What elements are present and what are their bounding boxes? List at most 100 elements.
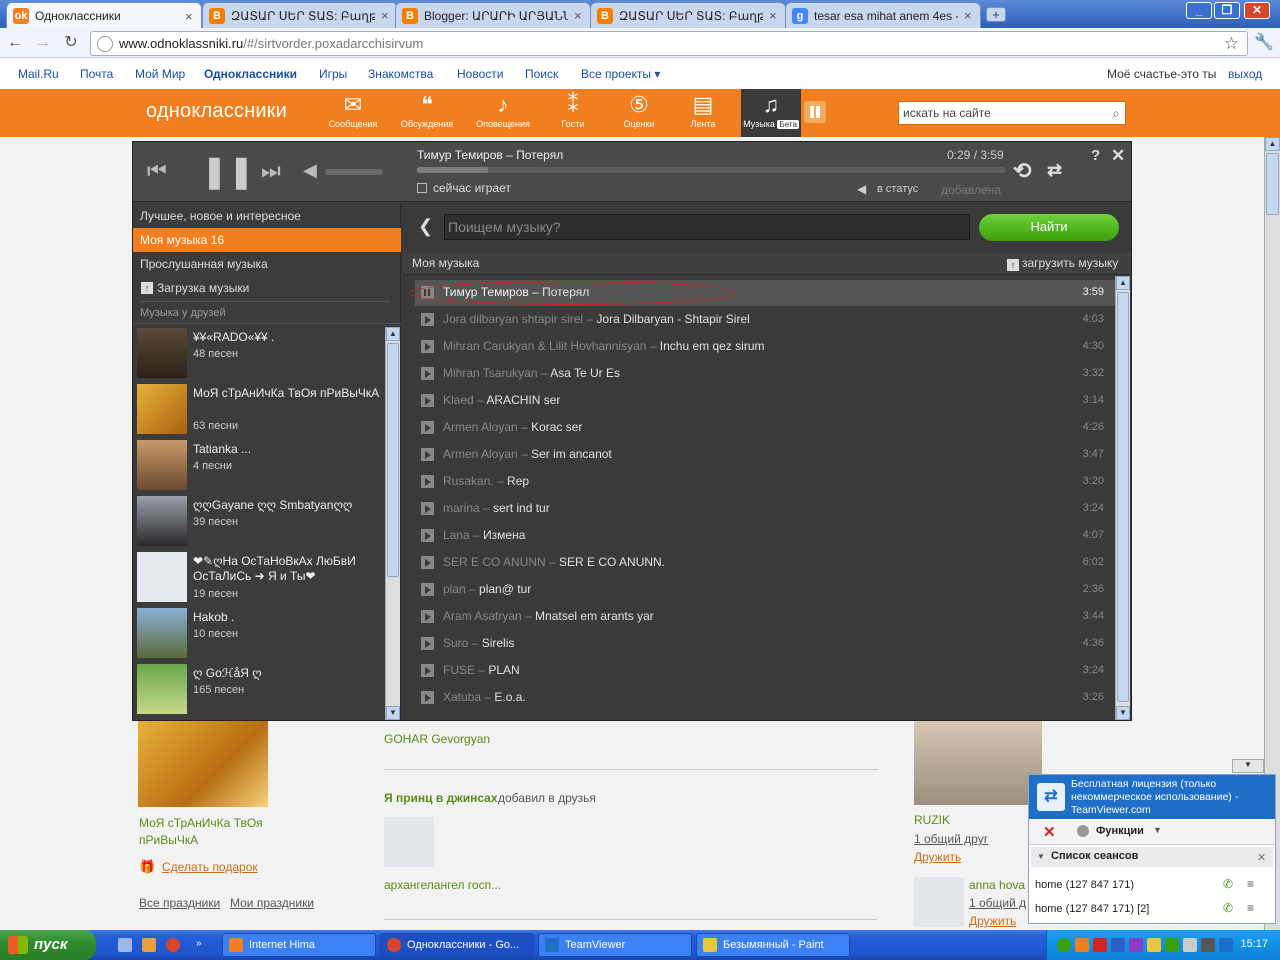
track-row[interactable]: FUSE – PLAN 3:24: [415, 658, 1115, 684]
chevron-down-icon[interactable]: ▼: [1037, 852, 1045, 861]
friend-link-archangel[interactable]: архангелангел госп...: [384, 878, 501, 892]
logout-link[interactable]: выход: [1228, 67, 1262, 81]
nav-ratings[interactable]: ⑤ Оценки: [608, 89, 670, 137]
nav-feed[interactable]: ▤ Лента: [672, 89, 734, 137]
reload-icon[interactable]: ↻: [60, 32, 82, 54]
quicklaunch-icon[interactable]: [142, 938, 156, 952]
friend-photo[interactable]: [138, 721, 268, 807]
nav-link-games[interactable]: Игры: [319, 67, 347, 81]
all-holidays-link[interactable]: Все праздники: [139, 896, 220, 910]
network-icon[interactable]: [1057, 938, 1071, 952]
speaker-icon[interactable]: ◀: [303, 160, 317, 181]
browser-tab[interactable]: g tesar esa mihat anem 4es -... ×: [785, 2, 981, 28]
friend-item[interactable]: ღ GoℋåЯ ღ 165 песен: [137, 664, 387, 718]
friend-link-prince[interactable]: Я принц в джинсах: [384, 791, 498, 805]
browser-tab[interactable]: B ԶԱՏԱՐ ՍԵՐ ՏԱՏ: Բաղթ՞ն ... ×: [202, 2, 398, 28]
friend-item[interactable]: ღღGayane ღღ Smbatyanღღ 39 песен: [137, 496, 387, 550]
session-list-header[interactable]: Список сеансов: [1031, 847, 1273, 867]
show-desktop-icon[interactable]: [118, 938, 132, 952]
window-close-button[interactable]: ✕: [1244, 2, 1270, 19]
tray-app-icon[interactable]: [1165, 938, 1179, 952]
friend-item[interactable]: Tatianka ... 4 песни: [137, 440, 387, 494]
track-row[interactable]: Armen Aloyan – Ser im ancanot 3:47: [415, 442, 1115, 468]
friend-link-gohar[interactable]: GOHAR Gevorgyan: [384, 732, 490, 746]
nav-link-odnoklassniki[interactable]: Одноклассники: [204, 67, 297, 81]
play-icon[interactable]: [421, 502, 434, 515]
close-icon[interactable]: ✕: [1111, 146, 1125, 166]
close-icon[interactable]: ✕: [1043, 823, 1056, 841]
track-row[interactable]: SER E CO ANUNN – SER E CO ANUNN. 6:02: [415, 550, 1115, 576]
play-icon[interactable]: [421, 367, 434, 380]
collapse-chevron-icon[interactable]: ▼: [1232, 759, 1264, 773]
search-icon[interactable]: ⌕: [1112, 105, 1120, 122]
friend-item[interactable]: МоЯ сТрАнИчКа ТвОя пРиВыЧкА 63 песни: [137, 384, 387, 438]
back-arrow-icon[interactable]: ←: [4, 32, 26, 54]
pause-icon[interactable]: ❚❚: [201, 152, 255, 190]
tray-app-icon[interactable]: [1129, 938, 1143, 952]
scroll-up-icon[interactable]: ▲: [1265, 137, 1280, 151]
play-icon[interactable]: [421, 340, 434, 353]
volume-icon[interactable]: [1183, 938, 1197, 952]
nav-music[interactable]: ♫ Музыка Бета: [741, 89, 801, 137]
my-holidays-link[interactable]: Мои праздники: [230, 896, 314, 910]
wrench-icon[interactable]: 🔧: [1254, 32, 1274, 52]
track-row[interactable]: Mihran Carukyan & Lilit Hovhannisyan – I…: [415, 334, 1115, 360]
upload-music-button[interactable]: ↑ загрузить музыку: [1007, 256, 1118, 271]
browser-tab[interactable]: B Blogger: ԱՐԱՐԻ ԱՐՅԱՆՆԵ... ×: [395, 2, 591, 28]
track-row[interactable]: Suro – Sirelis 4:36: [415, 631, 1115, 657]
repeat-icon[interactable]: ⟲: [1013, 158, 1031, 184]
forward-arrow-icon[interactable]: →: [32, 32, 54, 54]
friend-name-link[interactable]: МоЯ сТрАнИчКа ТвОя пРиВыЧкА: [139, 815, 289, 849]
track-row[interactable]: Rusakan. – Rep 3:20: [415, 469, 1115, 495]
connect-icon[interactable]: ✆: [1223, 877, 1233, 891]
play-icon[interactable]: [421, 664, 434, 677]
friend-link-anna[interactable]: anna hova: [969, 878, 1025, 892]
find-button[interactable]: Найти: [979, 214, 1119, 241]
close-icon[interactable]: ×: [185, 9, 195, 24]
play-icon[interactable]: [421, 610, 434, 623]
close-icon[interactable]: ×: [574, 8, 584, 23]
tracklist-scrollbar[interactable]: ▲ ▼: [1115, 276, 1130, 720]
site-search-input[interactable]: искать на сайте ⌕: [898, 101, 1126, 125]
friend-link-ruzik[interactable]: RUZIK: [914, 813, 950, 827]
chevron-down-icon[interactable]: ▼: [1153, 825, 1162, 835]
play-icon[interactable]: [421, 556, 434, 569]
nav-guests[interactable]: ⁑ Гости: [542, 89, 604, 137]
session-row[interactable]: home (127 847 171): [1035, 879, 1134, 891]
befriend-link[interactable]: Дружить: [969, 914, 1016, 928]
play-icon[interactable]: [421, 448, 434, 461]
nav-link-mailru[interactable]: Mail.Ru: [18, 67, 59, 81]
play-icon[interactable]: [421, 475, 434, 488]
play-icon[interactable]: [421, 313, 434, 326]
nav-link-all-projects[interactable]: Все проекты ▾: [581, 67, 660, 81]
taskbar-item[interactable]: Internet Hima: [222, 933, 376, 957]
scroll-down-icon[interactable]: ▼: [386, 706, 400, 720]
chrome-icon[interactable]: [166, 938, 180, 952]
tray-app-icon[interactable]: [1111, 938, 1125, 952]
pause-icon[interactable]: [804, 101, 826, 123]
sidebar-item-upload[interactable]: Загрузка музыки: [133, 276, 401, 300]
browser-tab[interactable]: B ԶԱՏԱՐ ՍԵՐ ՏԱՏ: Բաղթ՞ն ... ×: [590, 2, 786, 28]
track-row[interactable]: Mihran Tsarukyan – Asa Te Ur Es 3:32: [415, 361, 1115, 387]
volume-slider[interactable]: [325, 169, 383, 175]
track-row[interactable]: plan – plan@ tur 2:36: [415, 577, 1115, 603]
nav-notifications[interactable]: ♪ Оповещения: [472, 89, 534, 137]
nav-messages[interactable]: ✉ Сообщения: [322, 89, 384, 137]
track-row[interactable]: Jora dilbaryan shtapir sirel – Jora Dilb…: [415, 307, 1115, 333]
now-playing-label[interactable]: сейчас играет: [433, 181, 511, 195]
chevron-left-icon[interactable]: ❮: [418, 216, 433, 237]
scroll-up-icon[interactable]: ▲: [386, 327, 400, 341]
connect-icon[interactable]: ✆: [1223, 901, 1233, 915]
play-icon[interactable]: [421, 394, 434, 407]
added-label[interactable]: добавлена: [941, 183, 1001, 197]
shuffle-icon[interactable]: ⇄: [1047, 160, 1062, 181]
scroll-down-icon[interactable]: ▼: [1116, 706, 1130, 720]
tray-app-icon[interactable]: [1075, 938, 1089, 952]
close-icon[interactable]: ×: [769, 8, 779, 23]
friend-photo[interactable]: [914, 721, 1042, 805]
start-button[interactable]: пуск: [0, 930, 96, 960]
play-icon[interactable]: [421, 583, 434, 596]
scroll-thumb[interactable]: [1266, 153, 1279, 215]
bookmark-star-icon[interactable]: ☆: [1224, 34, 1239, 54]
track-row[interactable]: Klaed – ARACHIN ser 3:14: [415, 388, 1115, 414]
